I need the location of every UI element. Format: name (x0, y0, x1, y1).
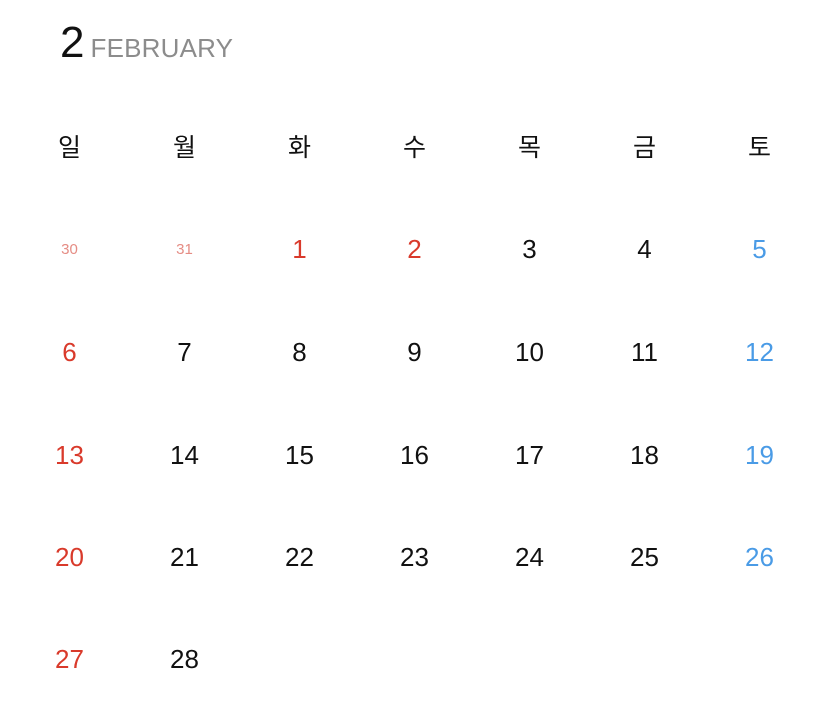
day-cell[interactable]: 18 (587, 435, 702, 475)
empty-day-cell (702, 639, 817, 679)
calendar: 2 FEBRUARY 일 월 화 수 목 금 토 30 31 1 2 3 4 5… (0, 0, 837, 707)
empty-day-cell (587, 639, 702, 679)
day-cell[interactable]: 26 (702, 537, 817, 577)
day-cell[interactable]: 24 (472, 537, 587, 577)
month-name: FEBRUARY (90, 33, 234, 63)
week-row-4: 20 21 22 23 24 25 26 (12, 537, 817, 577)
week-row-2: 6 7 8 9 10 11 12 (12, 332, 817, 372)
day-cell[interactable]: 14 (127, 435, 242, 475)
weekday-label-friday: 금 (632, 133, 656, 162)
weekday-label-thursday: 목 (517, 133, 541, 162)
day-cell[interactable]: 5 (702, 229, 817, 269)
day-cell[interactable]: 31 (127, 229, 242, 269)
weekday-header-row: 일 월 화 수 목 금 토 (12, 126, 817, 166)
calendar-header: 2 FEBRUARY (60, 18, 233, 68)
day-cell[interactable]: 7 (127, 332, 242, 372)
day-cell[interactable]: 16 (357, 435, 472, 475)
day-cell[interactable]: 15 (242, 435, 357, 475)
day-cell[interactable]: 8 (242, 332, 357, 372)
day-cell[interactable]: 1 (242, 229, 357, 269)
weekday-label-sunday: 일 (57, 133, 81, 162)
week-row-5: 27 28 (12, 639, 817, 679)
day-cell[interactable]: 6 (12, 332, 127, 372)
week-row-1: 30 31 1 2 3 4 5 (12, 229, 817, 269)
day-cell[interactable]: 3 (472, 229, 587, 269)
day-cell[interactable]: 20 (12, 537, 127, 577)
day-cell[interactable]: 25 (587, 537, 702, 577)
day-cell[interactable]: 30 (12, 229, 127, 269)
day-cell[interactable]: 19 (702, 435, 817, 475)
day-cell[interactable]: 12 (702, 332, 817, 372)
empty-day-cell (472, 639, 587, 679)
day-cell[interactable]: 13 (12, 435, 127, 475)
day-cell[interactable]: 28 (127, 639, 242, 679)
weekday-label-tuesday: 화 (287, 133, 311, 162)
weekday-label-saturday: 토 (747, 133, 771, 162)
day-cell[interactable]: 9 (357, 332, 472, 372)
weekday-label-wednesday: 수 (402, 133, 426, 162)
day-cell[interactable]: 17 (472, 435, 587, 475)
empty-day-cell (357, 639, 472, 679)
day-cell[interactable]: 10 (472, 332, 587, 372)
day-cell[interactable]: 21 (127, 537, 242, 577)
day-cell[interactable]: 23 (357, 537, 472, 577)
day-cell[interactable]: 4 (587, 229, 702, 269)
day-cell[interactable]: 22 (242, 537, 357, 577)
day-cell[interactable]: 11 (587, 332, 702, 372)
day-cell[interactable]: 2 (357, 229, 472, 269)
month-number: 2 (60, 18, 85, 67)
weekday-label-monday: 월 (172, 133, 196, 162)
week-row-3: 13 14 15 16 17 18 19 (12, 435, 817, 475)
empty-day-cell (242, 639, 357, 679)
day-cell[interactable]: 27 (12, 639, 127, 679)
